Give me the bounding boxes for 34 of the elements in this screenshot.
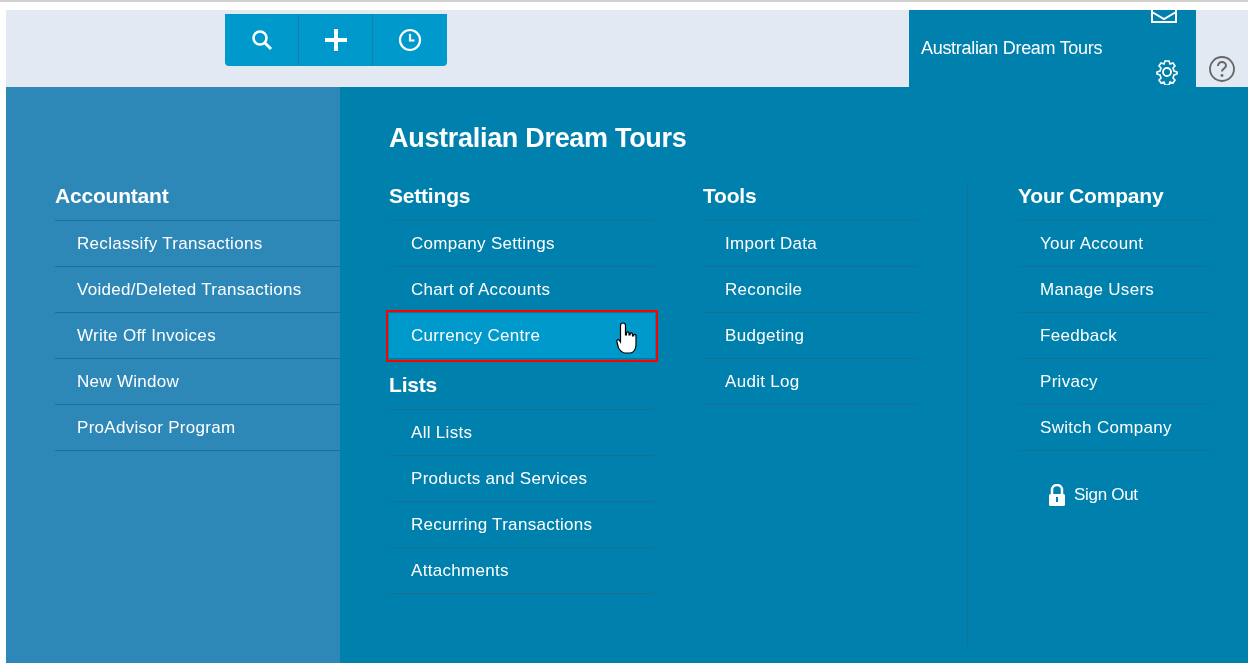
menu-item[interactable]: Audit Log xyxy=(703,359,919,405)
clock-icon xyxy=(398,28,422,52)
search-button[interactable] xyxy=(225,14,299,66)
sign-out-link[interactable]: Sign Out xyxy=(1048,484,1211,506)
menu-item[interactable]: Company Settings xyxy=(389,221,655,267)
plus-icon xyxy=(322,27,349,53)
create-button[interactable] xyxy=(299,14,373,66)
section-heading: Lists xyxy=(389,373,438,398)
section-heading: Your Company xyxy=(1018,184,1165,209)
menu-title: Australian Dream Tours xyxy=(389,123,688,154)
sign-out-label: Sign Out xyxy=(1074,485,1138,505)
menu-item[interactable]: Attachments xyxy=(389,548,655,594)
menu-item[interactable]: Switch Company xyxy=(1018,405,1211,451)
menu-item[interactable]: Your Account xyxy=(1018,221,1211,267)
search-icon xyxy=(250,29,273,51)
menu-item[interactable]: All Lists xyxy=(389,410,655,456)
menu-item[interactable]: Manage Users xyxy=(1018,267,1211,313)
menu-item[interactable]: Reconcile xyxy=(703,267,919,313)
section-heading: Tools xyxy=(703,184,758,209)
help-icon[interactable] xyxy=(1208,55,1236,83)
menu-item[interactable]: Import Data xyxy=(703,221,919,267)
company-name: Australian Dream Tours xyxy=(921,38,1103,59)
menu-item[interactable]: Currency Centre xyxy=(389,313,655,359)
menu-item[interactable]: Products and Services xyxy=(389,456,655,502)
section-heading: Settings xyxy=(389,184,472,209)
menu-item[interactable]: Feedback xyxy=(1018,313,1211,359)
menu-item[interactable]: Privacy xyxy=(1018,359,1211,405)
menu-item[interactable]: Budgeting xyxy=(703,313,919,359)
section-heading: Accountant xyxy=(55,184,170,209)
mail-icon[interactable] xyxy=(1150,10,1178,24)
recent-button[interactable] xyxy=(373,14,447,66)
menu-item[interactable]: Recurring Transactions xyxy=(389,502,655,548)
settings-icon[interactable] xyxy=(1154,59,1180,85)
lock-icon xyxy=(1048,484,1066,506)
